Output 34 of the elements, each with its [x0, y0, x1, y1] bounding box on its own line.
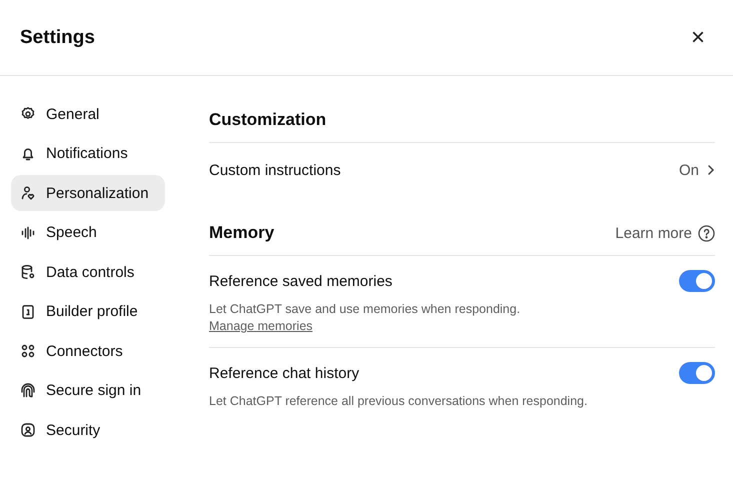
- chevron-right-icon: [707, 164, 715, 176]
- sound-wave-icon: [20, 224, 36, 240]
- setting-label: Reference chat history: [209, 364, 360, 382]
- close-button[interactable]: ×: [686, 26, 709, 50]
- sidebar-item[interactable]: Notifications: [11, 136, 165, 172]
- setting-description: Let ChatGPT save and use memories when responding.: [209, 302, 522, 316]
- toggle-switch[interactable]: [679, 362, 715, 384]
- id-card-icon: [20, 304, 36, 320]
- sidebar-item[interactable]: Builder profile: [11, 294, 165, 330]
- setting-description: Let ChatGPT reference all previous conversations when responding.: [209, 394, 588, 408]
- person-heart-icon: [20, 185, 36, 201]
- setting-label: Custom instructions: [209, 162, 341, 178]
- sidebar-item[interactable]: Speech: [11, 214, 165, 250]
- manage-memories-link[interactable]: Manage memories: [209, 319, 313, 333]
- help-icon: [698, 224, 715, 242]
- sidebar-item[interactable]: Security: [11, 412, 165, 448]
- window-title: Settings: [20, 26, 95, 48]
- sidebar-item[interactable]: Connectors: [11, 333, 165, 369]
- sidebar-item[interactable]: Data controls: [11, 254, 165, 290]
- sidebar-item[interactable]: General: [11, 96, 165, 132]
- shield-person-icon: [20, 422, 36, 438]
- database-icon: [20, 264, 36, 280]
- section-heading: Memory: [209, 223, 274, 243]
- bell-icon: [20, 146, 36, 162]
- fingerprint-icon: [20, 382, 36, 398]
- learn-more-link[interactable]: Learn more: [615, 224, 692, 242]
- section-heading: Customization: [209, 110, 326, 130]
- sidebar-item[interactable]: Personalization: [11, 175, 165, 211]
- connectors-icon: [20, 343, 36, 359]
- sidebar-item[interactable]: Secure sign in: [11, 372, 165, 408]
- toggle-switch[interactable]: [679, 270, 715, 292]
- gear-icon: [20, 106, 36, 122]
- setting-label: Reference saved memories: [209, 272, 392, 290]
- setting-value-button[interactable]: On: [678, 162, 715, 178]
